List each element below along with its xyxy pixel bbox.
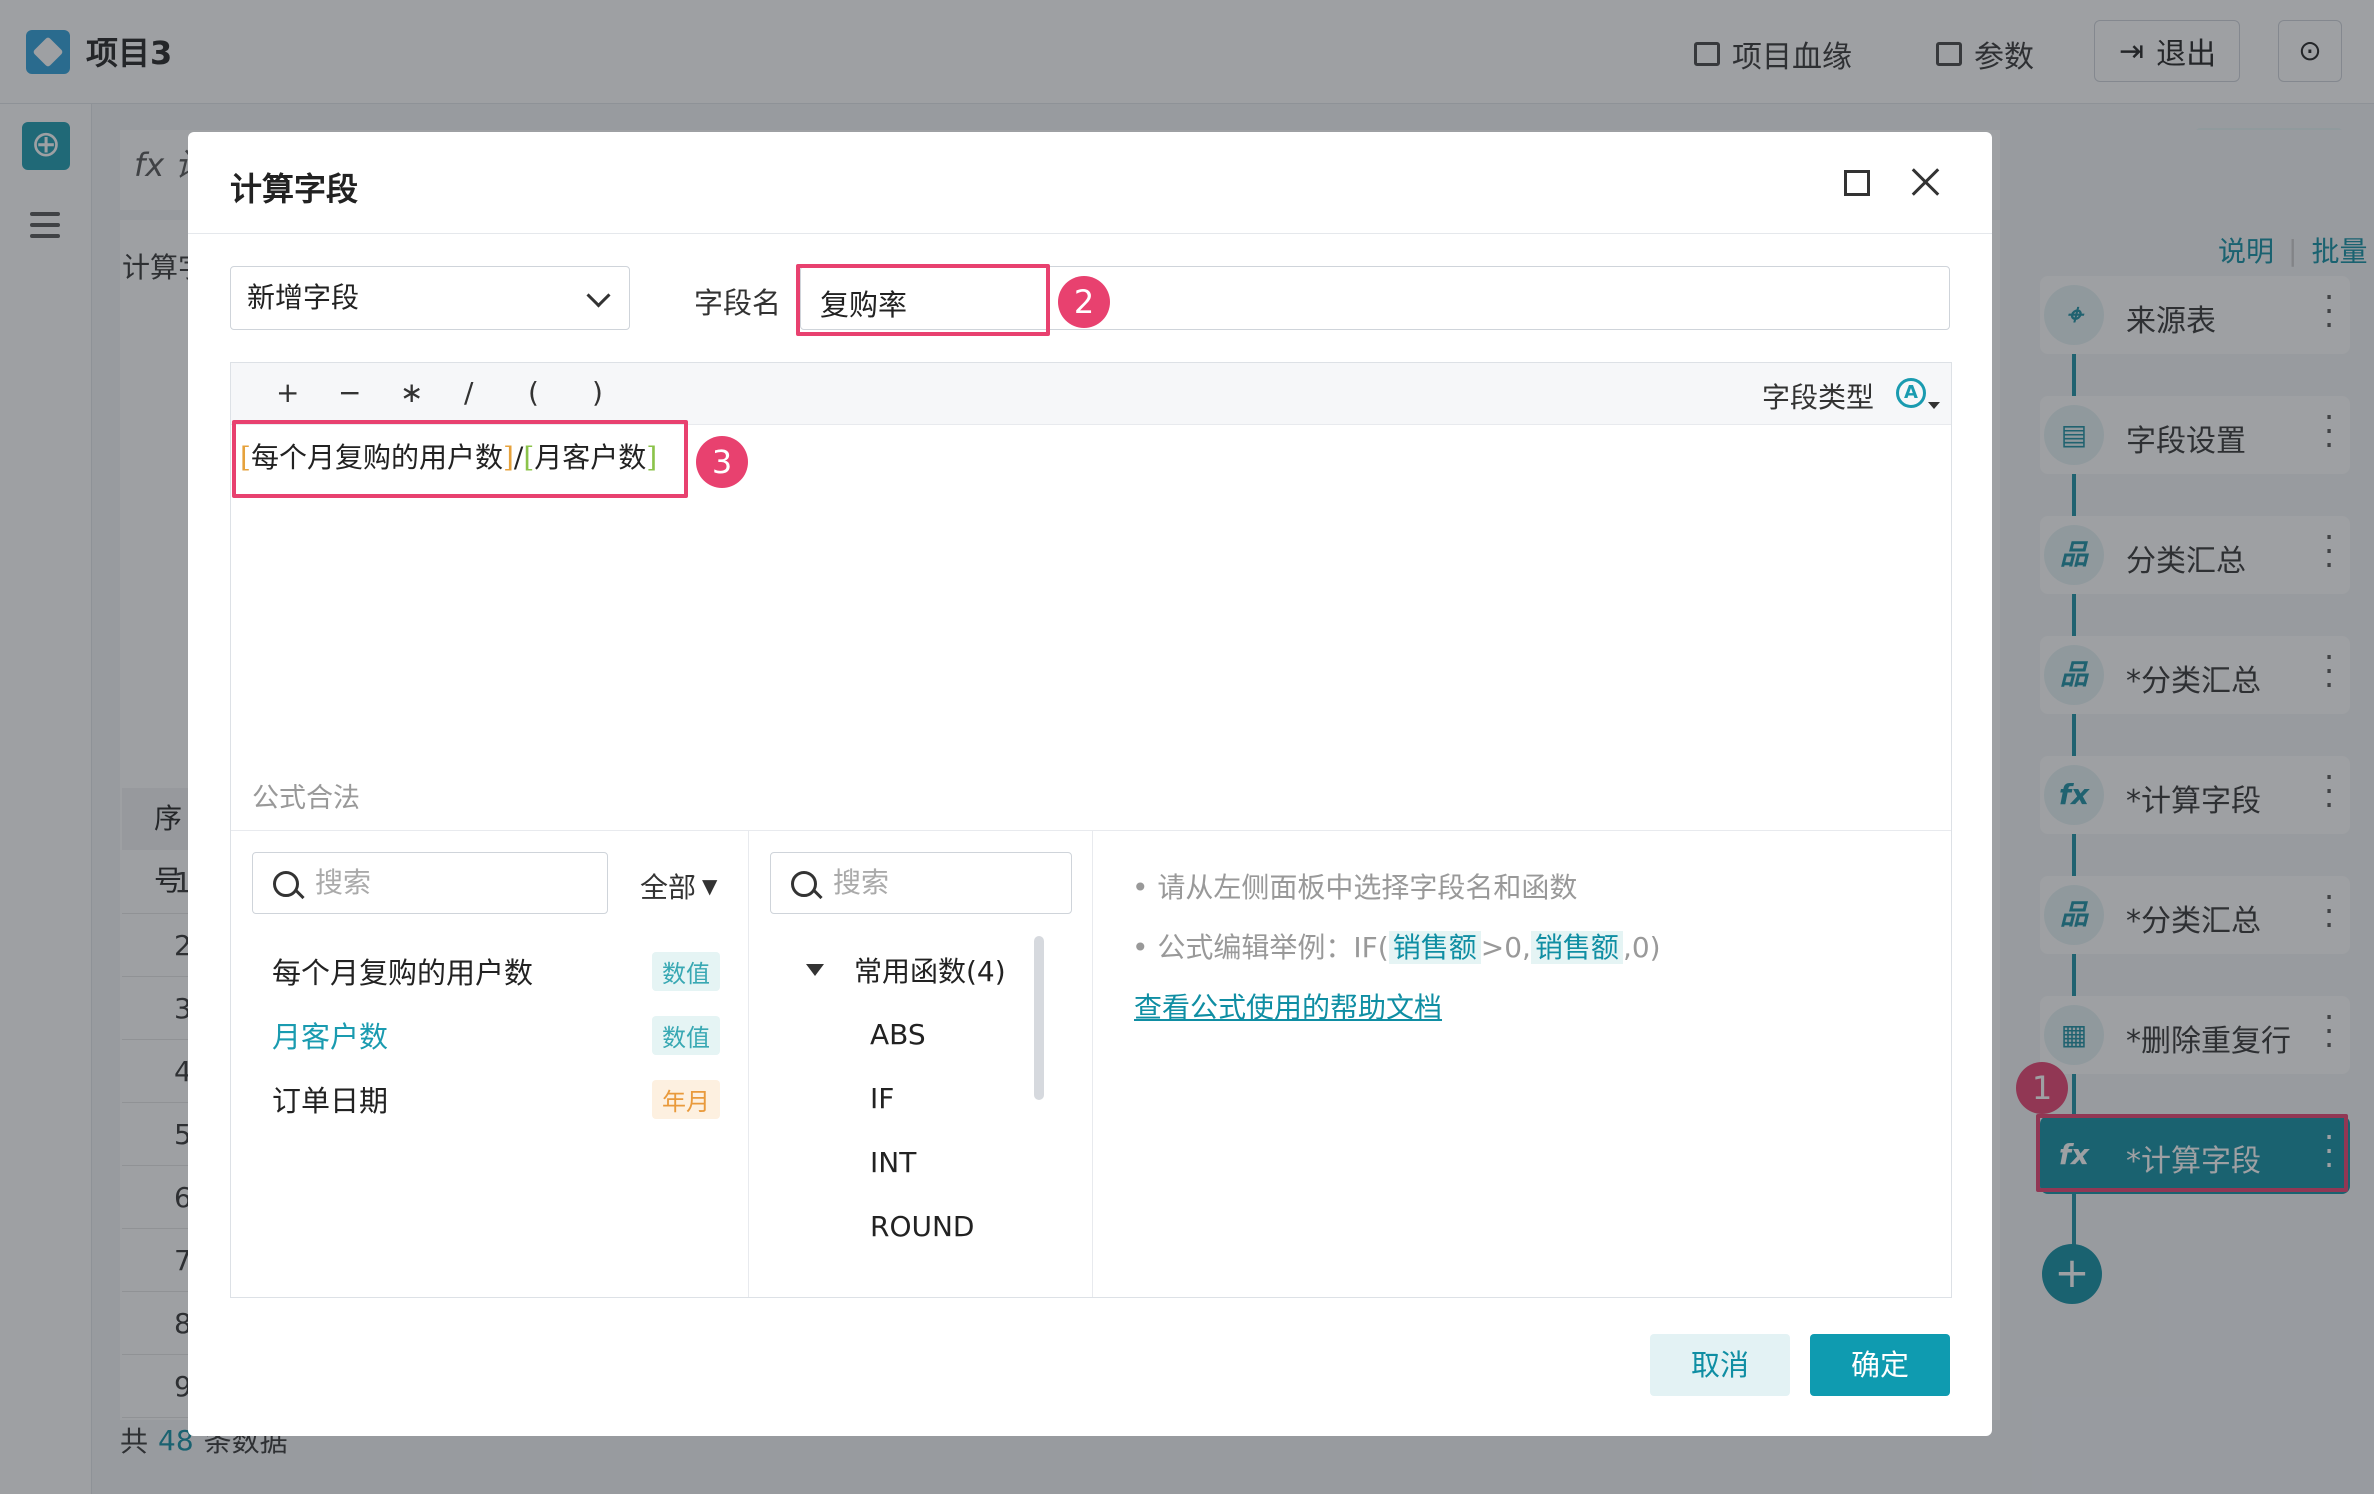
dialog-header-divider: [188, 233, 1992, 234]
help-example-keyword: 销售额: [1530, 931, 1623, 964]
help-example-prefix: 公式编辑举例：IF(: [1157, 931, 1389, 964]
field-search-input[interactable]: 搜索: [252, 852, 608, 914]
operator-button[interactable]: ): [592, 376, 603, 409]
help-line-1: • 请从左侧面板中选择字段名和函数: [1132, 871, 1578, 904]
close-icon[interactable]: [1910, 166, 1942, 198]
collapse-triangle-icon: [806, 964, 824, 976]
operator-button[interactable]: ∗: [400, 376, 423, 409]
operator-button[interactable]: −: [338, 376, 361, 409]
operator-button[interactable]: /: [464, 376, 473, 409]
function-group-label: 常用函数(4): [854, 955, 1006, 988]
search-icon: [273, 871, 299, 897]
field-type-dropdown-icon[interactable]: [1928, 402, 1940, 409]
field-type-icon[interactable]: A: [1896, 378, 1926, 408]
field-type-label: 字段类型: [1762, 381, 1875, 414]
function-search-input[interactable]: 搜索: [770, 852, 1072, 914]
help-example-suffix: ,0): [1622, 931, 1661, 964]
help-example-keyword: 销售额: [1388, 931, 1481, 964]
field-list-item[interactable]: 订单日期: [272, 1078, 388, 1120]
function-list-item[interactable]: ABS: [870, 1018, 926, 1051]
chevron-down-icon: [586, 283, 611, 308]
help-example-mid: >0,: [1480, 931, 1531, 964]
editor-divider: [231, 830, 1951, 831]
function-group-header[interactable]: 常用函数(4): [806, 950, 1006, 990]
annotation-badge-2: 2: [1058, 276, 1110, 328]
function-search-placeholder: 搜索: [833, 866, 890, 899]
field-mode-value: 新增字段: [247, 281, 360, 314]
operator-toolbar: [231, 363, 1951, 425]
help-doc-link[interactable]: 查看公式使用的帮助文档: [1134, 986, 1442, 1026]
search-icon: [791, 871, 817, 897]
field-mode-select[interactable]: 新增字段: [230, 266, 630, 330]
field-search-placeholder: 搜索: [315, 866, 372, 899]
formula-highlight-box: [232, 420, 688, 498]
field-list-item[interactable]: 月客户数: [272, 1014, 388, 1056]
function-list-item[interactable]: INT: [870, 1146, 916, 1179]
pane-divider: [1092, 831, 1093, 1297]
pane-divider: [748, 831, 749, 1297]
help-line-1-text: 请从左侧面板中选择字段名和函数: [1157, 871, 1578, 904]
field-list-item[interactable]: 每个月复购的用户数: [272, 950, 533, 992]
function-list-item[interactable]: ROUND: [870, 1210, 975, 1243]
field-name-label: 字段名: [694, 286, 782, 320]
caret-down-icon: ▼: [702, 874, 718, 898]
field-name-highlight-box: [796, 264, 1050, 336]
field-type-badge: 数值: [652, 1016, 720, 1055]
operator-button[interactable]: +: [276, 376, 299, 409]
expand-icon[interactable]: [1844, 170, 1870, 196]
dialog-title: 计算字段: [230, 170, 359, 208]
confirm-button[interactable]: 确定: [1810, 1334, 1950, 1396]
operator-button[interactable]: (: [528, 376, 539, 409]
field-type-badge: 年月: [652, 1080, 720, 1119]
field-filter-dropdown[interactable]: 全部 ▼: [640, 866, 717, 906]
field-filter-value: 全部: [640, 871, 697, 904]
annotation-badge-3: 3: [696, 436, 748, 488]
help-line-2: • 公式编辑举例：IF(销售额 >0, 销售额 ,0): [1132, 931, 1661, 964]
function-list-scrollbar[interactable]: [1034, 936, 1044, 1100]
function-list-item[interactable]: IF: [870, 1082, 894, 1115]
field-type-badge: 数值: [652, 952, 720, 991]
cancel-button[interactable]: 取消: [1650, 1334, 1790, 1396]
formula-validation-status: 公式合法: [252, 783, 360, 814]
